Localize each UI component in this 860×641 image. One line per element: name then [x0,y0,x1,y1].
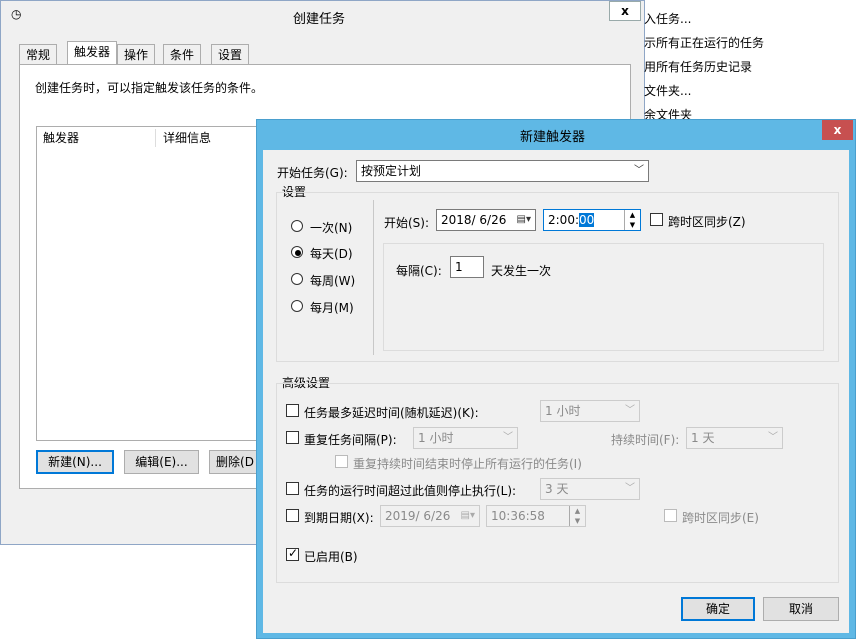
new-trigger-button[interactable]: 新建(N)... [36,450,114,474]
triggers-description: 创建任务时，可以指定触发该任务的条件。 [35,81,264,95]
expire-sync-label: 跨时区同步(E) [682,511,759,525]
menu-item-import-task[interactable]: 入任务... [644,8,691,30]
clock-icon: ◷ [11,7,22,21]
radio-once-label: 一次(N) [310,221,353,235]
start-time-input[interactable]: 2:00:00 ▲ ▼ [543,209,641,231]
stop-if-runs-label: 任务的运行时间超过此值则停止执行(L): [304,484,517,498]
duration-label: 持续时间(F): [611,433,680,447]
chevron-down-icon: ﹀ [503,432,513,443]
create-task-close-button[interactable]: x [609,1,641,21]
radio-weekly[interactable] [291,273,303,285]
repeat-checkbox[interactable] [286,431,299,444]
start-task-label: 开始任务(G): [277,166,348,180]
close-icon: x [833,123,842,137]
time-spinner[interactable]: ▲ ▼ [624,210,640,230]
interval-suffix: 天发生一次 [491,264,552,278]
enabled-checkbox[interactable]: ✓ [286,546,299,561]
spin-down-icon[interactable]: ▼ [570,516,585,526]
column-divider [155,129,156,147]
dialog-close-button[interactable]: x [822,120,853,140]
close-icon: x [621,4,629,18]
interval-label: 每隔(C): [396,264,442,278]
chevron-down-icon: ﹀ [768,432,778,443]
menu-item-history[interactable]: 用所有任务历史记录 [644,56,752,78]
repeat-label: 重复任务间隔(P): [304,433,397,447]
expire-time-spinner[interactable]: ▲ ▼ [569,506,585,526]
column-header-trigger[interactable]: 触发器 [43,128,79,148]
start-time-selected-segment: 00 [579,213,595,227]
delay-checkbox[interactable] [286,404,299,417]
triggers-list[interactable]: 触发器 详细信息 [36,126,266,441]
delay-select[interactable]: 1 小时 ﹀ [540,400,640,422]
ok-button[interactable]: 确定 [681,597,755,621]
start-date-picker[interactable]: 2018/ 6/26 ▤▾ [436,209,536,231]
spin-down-icon[interactable]: ▼ [625,220,640,230]
duration-select[interactable]: 1 天 ﹀ [686,427,783,449]
tab-actions[interactable]: 操作 [117,44,156,66]
dialog-title: 新建触发器 [520,130,586,145]
create-task-title: 创建任务 [293,12,346,27]
create-task-titlebar: ◷ 创建任务 [1,1,644,31]
delete-trigger-button[interactable]: 删除(D [209,450,261,474]
expire-time-input[interactable]: 10:36:58 ▲ ▼ [486,505,586,527]
tab-conditions[interactable]: 条件 [163,44,202,66]
radio-daily-label: 每天(D) [310,247,353,261]
delay-label: 任务最多延迟时间(随机延迟)(K): [304,406,479,420]
spin-up-icon[interactable]: ▲ [625,210,640,220]
menu-item-new-folder[interactable]: 文件夹... [644,80,691,102]
column-header-details[interactable]: 详细信息 [163,128,211,148]
radio-monthly-label: 每月(M) [310,301,354,315]
tab-settings[interactable]: 设置 [211,44,250,66]
sync-timezone-label: 跨时区同步(Z) [668,215,746,229]
tab-general[interactable]: 常规 [19,44,58,66]
edit-trigger-button[interactable]: 编辑(E)... [124,450,199,474]
chevron-down-icon: ﹀ [625,483,635,494]
chevron-down-icon: ﹀ [634,165,644,176]
calendar-dropdown-icon: ▤▾ [516,214,531,225]
calendar-dropdown-icon: ▤▾ [460,510,475,521]
menu-item-show-running[interactable]: 示所有正在运行的任务 [644,32,764,54]
spin-up-icon[interactable]: ▲ [570,506,585,516]
chevron-down-icon: ﹀ [625,405,635,416]
cancel-button[interactable]: 取消 [763,597,839,621]
expire-date-picker[interactable]: 2019/ 6/26 ▤▾ [380,505,480,527]
radio-monthly[interactable] [291,300,303,312]
start-label: 开始(S): [384,216,430,230]
stop-if-runs-select[interactable]: 3 天 ﹀ [540,478,640,500]
stop-at-end-checkbox[interactable] [335,455,348,468]
stop-at-end-label: 重复持续时间结束时停止所有运行的任务(I) [353,457,582,471]
sync-timezone-checkbox[interactable] [650,213,663,226]
settings-divider [373,200,374,355]
expire-label: 到期日期(X): [304,511,374,525]
checkmark-icon: ✓ [288,546,299,560]
radio-daily[interactable] [291,246,303,258]
enabled-label: 已启用(B) [304,550,358,564]
tab-triggers[interactable]: 触发器 [67,41,118,66]
radio-once[interactable] [291,220,303,232]
interval-input[interactable]: 1 [450,256,484,278]
radio-weekly-label: 每周(W) [310,274,356,288]
repeat-select[interactable]: 1 小时 ﹀ [413,427,518,449]
stop-if-runs-checkbox[interactable] [286,482,299,495]
start-task-select[interactable]: 按预定计划 ﹀ [356,160,649,182]
expire-sync-checkbox[interactable] [664,509,677,522]
expire-checkbox[interactable] [286,509,299,522]
